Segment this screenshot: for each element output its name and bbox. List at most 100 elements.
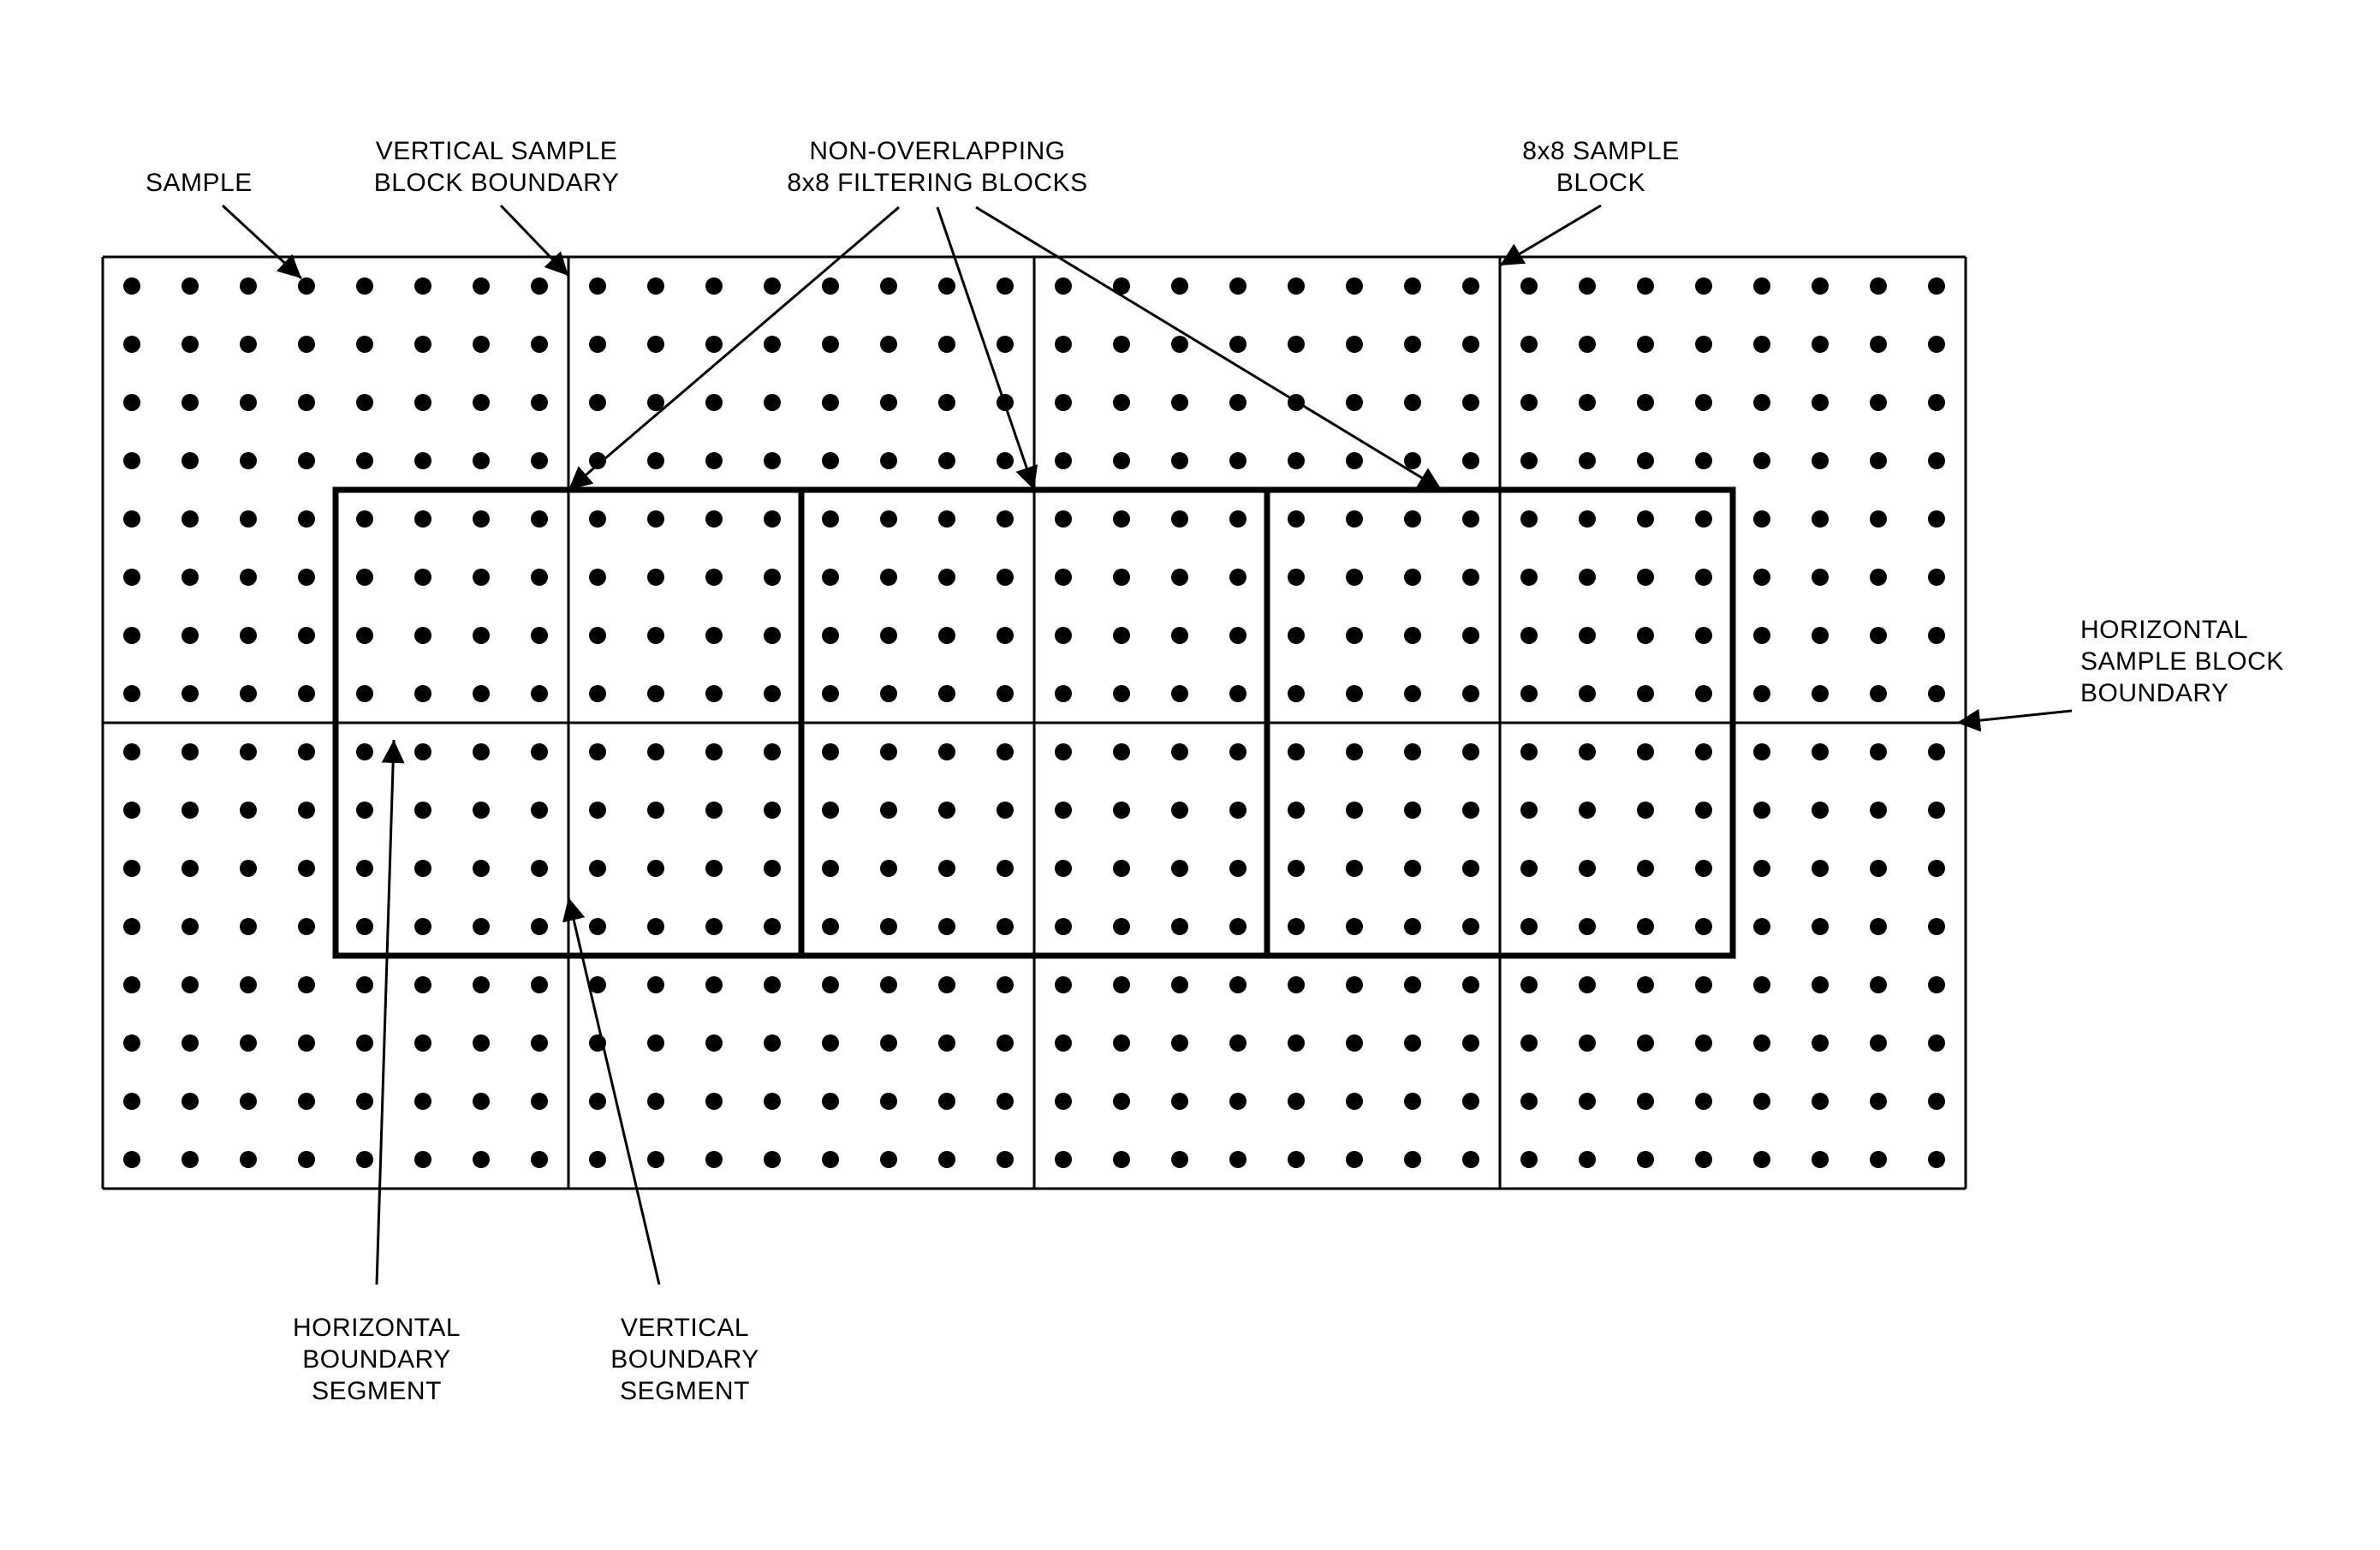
sample-dot bbox=[997, 1093, 1014, 1110]
sample-dot bbox=[1579, 452, 1596, 469]
sample-dot bbox=[414, 743, 431, 760]
sample-dot bbox=[298, 336, 315, 353]
sample-dot bbox=[240, 743, 257, 760]
sample-dot bbox=[705, 1151, 723, 1168]
sample-dot bbox=[1462, 743, 1479, 760]
sample-dot bbox=[123, 510, 140, 528]
sample-dot bbox=[1579, 394, 1596, 411]
sample-dot bbox=[1055, 743, 1072, 760]
sample-dot bbox=[1055, 394, 1072, 411]
sample-dot bbox=[880, 569, 897, 586]
sample-dot bbox=[1870, 1034, 1887, 1052]
sample-dot bbox=[1870, 860, 1887, 877]
sample-dot bbox=[647, 452, 664, 469]
sample-dot bbox=[1171, 918, 1188, 935]
sample-dot bbox=[938, 860, 955, 877]
sample-dot bbox=[473, 918, 490, 935]
sample-dot bbox=[822, 1151, 839, 1168]
sample-dot bbox=[1695, 1151, 1712, 1168]
sample-dot bbox=[647, 860, 664, 877]
sample-dot bbox=[181, 1093, 199, 1110]
sample-dot bbox=[298, 1151, 315, 1168]
sample-dot bbox=[1113, 510, 1130, 528]
sample-dot bbox=[1288, 1151, 1305, 1168]
sample-dot bbox=[1520, 452, 1538, 469]
sample-dot bbox=[1753, 802, 1770, 819]
sample-dot bbox=[1637, 685, 1654, 702]
sample-dot bbox=[1288, 743, 1305, 760]
sample-dot bbox=[1579, 802, 1596, 819]
sample-dot bbox=[705, 743, 723, 760]
sample-dot bbox=[1288, 1034, 1305, 1052]
sample-dot bbox=[1520, 394, 1538, 411]
sample-dot bbox=[1229, 976, 1247, 993]
sample-dot bbox=[1288, 1093, 1305, 1110]
sample-dot bbox=[531, 277, 548, 295]
sample-dot bbox=[997, 976, 1014, 993]
sample-dot bbox=[1229, 510, 1247, 528]
sample-dot bbox=[1812, 918, 1829, 935]
sample-dot bbox=[181, 627, 199, 644]
sample-dot bbox=[1520, 1151, 1538, 1168]
sample-dot bbox=[1695, 1093, 1712, 1110]
sample-dot bbox=[1870, 918, 1887, 935]
sample-dot bbox=[880, 452, 897, 469]
sample-dot bbox=[240, 277, 257, 295]
sample-dot bbox=[764, 860, 781, 877]
sample-dot bbox=[1695, 452, 1712, 469]
sample-dot bbox=[822, 976, 839, 993]
sample-dot bbox=[1346, 976, 1363, 993]
sample-dot bbox=[414, 569, 431, 586]
sample-dot bbox=[822, 452, 839, 469]
sample-dot bbox=[1346, 336, 1363, 353]
sample-dot bbox=[240, 336, 257, 353]
sample-dot bbox=[1113, 1034, 1130, 1052]
sample-dot bbox=[123, 452, 140, 469]
sample-dot bbox=[1288, 510, 1305, 528]
sample-dot bbox=[880, 685, 897, 702]
sample-dot bbox=[1346, 627, 1363, 644]
sample-dot bbox=[356, 1034, 373, 1052]
sample-dot bbox=[1579, 336, 1596, 353]
sample-dot bbox=[705, 452, 723, 469]
sample-dot bbox=[1462, 918, 1479, 935]
label-vert-block-boundary: VERTICAL SAMPLE bbox=[376, 137, 618, 165]
sample-dot bbox=[822, 1093, 839, 1110]
sample-dot bbox=[880, 510, 897, 528]
sample-dot bbox=[181, 277, 199, 295]
sample-dot bbox=[531, 976, 548, 993]
sample-dot bbox=[1520, 336, 1538, 353]
sample-dot bbox=[1404, 452, 1421, 469]
sample-dot bbox=[589, 743, 606, 760]
sample-dot bbox=[181, 1151, 199, 1168]
sample-dot bbox=[1753, 336, 1770, 353]
labels: SAMPLEVERTICAL SAMPLEBLOCK BOUNDARYNON-O… bbox=[146, 137, 2284, 1405]
sample-dot bbox=[1055, 277, 1072, 295]
sample-dot bbox=[298, 627, 315, 644]
sample-dot bbox=[647, 976, 664, 993]
sample-dot bbox=[1520, 802, 1538, 819]
sample-dot bbox=[705, 627, 723, 644]
sample-dot bbox=[705, 510, 723, 528]
sample-dot bbox=[240, 394, 257, 411]
sample-dot bbox=[1055, 1093, 1072, 1110]
sample-dot bbox=[181, 685, 199, 702]
sample-dot bbox=[1870, 743, 1887, 760]
sample-dot bbox=[1812, 336, 1829, 353]
label-sample-block: BLOCK bbox=[1556, 169, 1645, 197]
sample-dot bbox=[589, 918, 606, 935]
sample-dot bbox=[705, 277, 723, 295]
sample-dot bbox=[647, 1093, 664, 1110]
sample-dot bbox=[647, 685, 664, 702]
sample-dot bbox=[1870, 1151, 1887, 1168]
sample-dot bbox=[298, 394, 315, 411]
sample-dot bbox=[356, 394, 373, 411]
sample-dot bbox=[1055, 569, 1072, 586]
sample-dot bbox=[1637, 1151, 1654, 1168]
sample-dot bbox=[123, 1034, 140, 1052]
sample-dot bbox=[822, 918, 839, 935]
sample-dot bbox=[1171, 976, 1188, 993]
sample-dot bbox=[1462, 976, 1479, 993]
sample-dot bbox=[1870, 394, 1887, 411]
sample-dot bbox=[240, 802, 257, 819]
